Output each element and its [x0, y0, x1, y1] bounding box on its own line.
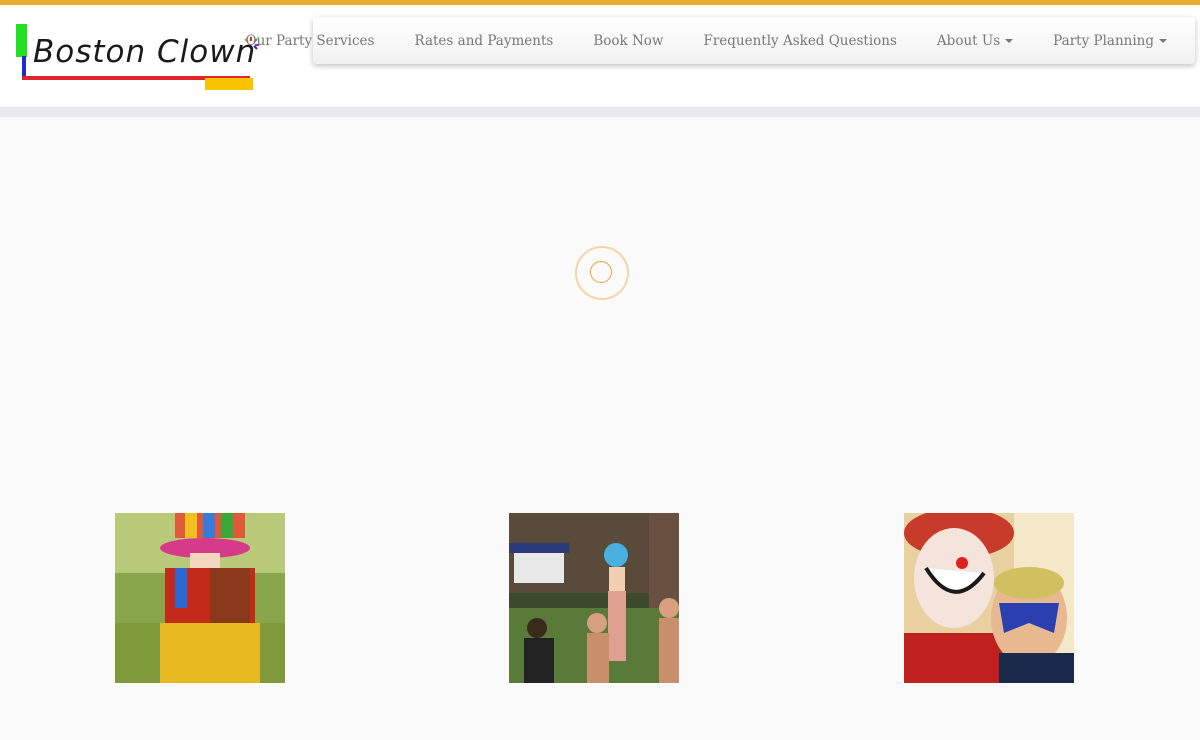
- nav-item-label: Book Now: [593, 32, 664, 49]
- nav-item-rates-and-payments[interactable]: Rates and Payments: [394, 17, 573, 64]
- caret-down-icon: [1005, 38, 1014, 43]
- site-header: Boston Clown Our Party Services Rates an…: [0, 5, 1200, 107]
- loading-spinner-icon: [575, 246, 629, 300]
- nav-item-book-now[interactable]: Book Now: [573, 17, 683, 64]
- header-divider: [0, 107, 1200, 117]
- caret-down-icon: [1159, 38, 1167, 43]
- nav-item-label: Our Party Services: [245, 32, 375, 49]
- clown-photo-backyard-show[interactable]: [509, 513, 679, 683]
- logo-green-bar: [16, 24, 27, 57]
- clown-photo-balloons[interactable]: [115, 513, 285, 683]
- clown-photo-face-painting[interactable]: [904, 513, 1074, 683]
- nav-item-label: Frequently Asked Questions: [703, 32, 897, 49]
- nav-item-party-planning[interactable]: Party Planning: [1033, 17, 1187, 64]
- nav-item-about-us[interactable]: About Us: [917, 17, 1033, 64]
- logo-yellow-bar: [205, 78, 253, 90]
- nav-item-label: Rates and Payments: [414, 32, 554, 49]
- nav-item-our-party-services[interactable]: Our Party Services: [226, 17, 395, 64]
- nav-item-label: About Us: [936, 32, 1001, 49]
- spinner-inner-ring: [590, 261, 612, 283]
- nav-item-faq[interactable]: Frequently Asked Questions: [683, 17, 916, 64]
- logo-text: Boston Clown: [33, 34, 257, 70]
- nav-item-label: Party Planning: [1053, 32, 1154, 49]
- main-navigation: Our Party Services Rates and Payments Bo…: [246, 17, 1195, 64]
